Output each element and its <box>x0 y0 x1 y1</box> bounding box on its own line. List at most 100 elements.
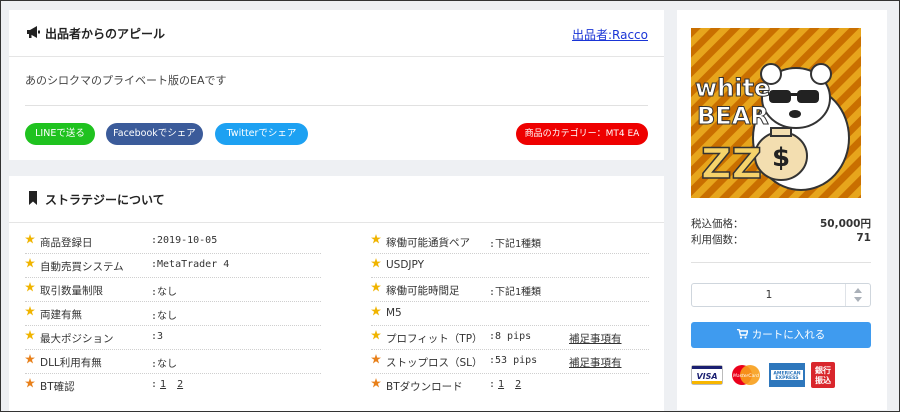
appeal-title: 出品者からのアピール <box>45 27 166 41</box>
star-icon <box>371 306 381 316</box>
bt-prefix: : <box>151 379 158 390</box>
mastercard-icon: MasterCard <box>730 362 762 388</box>
cart-button-label: カートに入れる <box>751 329 826 341</box>
spec-label: プロフィット（TP） <box>386 333 483 345</box>
page-frame: 出品者からのアピール 出品者:Racco あのシロクマのプライベート版のEAです… <box>0 0 900 412</box>
star-icon <box>25 306 35 316</box>
spec-value: :MetaTrader 4 <box>151 259 230 270</box>
category-badge[interactable]: 商品のカテゴリー：MT4 EA <box>516 123 648 145</box>
logo-white-text: white <box>695 74 770 102</box>
star-icon <box>25 354 35 364</box>
users-value: 71 <box>856 232 871 244</box>
bt-download-link-2[interactable]: 2 <box>515 379 521 390</box>
product-card: $ white BEAR ZZ 税込価格： 50,000円 利用個数： 71 1 <box>677 10 887 410</box>
spec-label: BT確認 <box>40 381 75 393</box>
users-label: 利用個数： <box>691 234 744 246</box>
spec-list-right: 稼働可能通貨ペア :下記1種類 USDJPY 稼働可能時間足 :下記1種類 M5… <box>371 230 649 397</box>
product-image[interactable]: $ white BEAR ZZ <box>691 28 861 198</box>
spec-row: ストップロス（SL） :53 pips 補足事項有 <box>371 350 649 374</box>
spec-label: M5 <box>386 307 402 319</box>
bookmark-icon <box>29 191 37 205</box>
increment-icon[interactable] <box>854 288 862 293</box>
spec-label: 稼働可能時間足 <box>386 285 460 297</box>
spec-label: 両建有無 <box>40 309 82 321</box>
spec-row-bt-confirm: BT確認 :12 <box>25 374 321 397</box>
star-icon <box>25 258 35 268</box>
spec-value: :53 pips <box>489 355 538 366</box>
spec-label: 最大ポジション <box>40 333 114 345</box>
spec-label: 稼働可能通貨ペア <box>386 237 470 249</box>
bank-text-2: 振込 <box>815 375 831 385</box>
spec-row: 稼働可能時間足 :下記1種類 <box>371 278 649 302</box>
spec-label: USDJPY <box>386 259 425 271</box>
spec-row: 両建有無 :なし <box>25 302 321 326</box>
divider <box>691 262 871 263</box>
star-icon <box>25 282 35 292</box>
strategy-header: ストラテジーについて <box>9 176 664 223</box>
tp-note-link[interactable]: 補足事項有 <box>569 331 622 346</box>
bt-prefix: : <box>489 379 496 390</box>
bt-download-link-1[interactable]: 1 <box>498 379 504 390</box>
users-row: 利用個数： 71 <box>691 232 871 247</box>
decrement-icon[interactable] <box>854 297 862 302</box>
add-to-cart-button[interactable]: カートに入れる <box>691 322 871 348</box>
strategy-title: ストラテジーについて <box>45 193 165 207</box>
bt-confirm-link-1[interactable]: 1 <box>160 379 166 390</box>
seller-appeal-card: 出品者からのアピール 出品者:Racco あのシロクマのプライベート版のEAです… <box>9 10 664 160</box>
bank-text-1: 銀行 <box>814 365 831 375</box>
star-icon <box>25 378 35 388</box>
star-icon <box>371 234 381 244</box>
quantity-input[interactable]: 1 <box>692 284 846 306</box>
spec-label: 取引数量制限 <box>40 285 103 297</box>
spec-value: :下記1種類 <box>489 287 542 298</box>
spec-value: :なし <box>151 359 178 370</box>
spec-value: :2019-10-05 <box>151 235 218 246</box>
bt-confirm-link-2[interactable]: 2 <box>177 379 183 390</box>
star-icon <box>371 282 381 292</box>
spec-row: 自動売買システム :MetaTrader 4 <box>25 254 321 278</box>
twitter-share-button[interactable]: Twitterでシェア <box>215 123 308 145</box>
bag-dollar: $ <box>772 143 790 173</box>
divider <box>25 105 648 106</box>
white-bear-logo: $ white BEAR ZZ <box>691 28 861 198</box>
quantity-stepper[interactable]: 1 <box>691 283 871 307</box>
amex-text-2: EXPRESS <box>775 375 798 381</box>
strategy-card: ストラテジーについて 商品登録日 :2019-10-05 自動売買システム :M… <box>9 176 664 411</box>
bank-transfer-icon: 銀行 振込 <box>811 362 835 388</box>
amex-icon: AMERICAN EXPRESS <box>769 362 805 388</box>
spec-value: :なし <box>151 311 178 322</box>
spec-label: ストップロス（SL） <box>386 357 483 369</box>
appeal-description: あのシロクマのプライベート版のEAです <box>25 74 227 87</box>
spec-row: 商品登録日 :2019-10-05 <box>25 230 321 254</box>
spec-row: プロフィット（TP） :8 pips 補足事項有 <box>371 326 649 350</box>
logo-bear-text: BEAR <box>697 102 769 130</box>
spec-row: M5 <box>371 302 649 326</box>
facebook-share-button[interactable]: Facebookでシェア <box>106 123 203 145</box>
cart-icon <box>736 328 749 339</box>
spec-label: 自動売買システム <box>40 261 124 273</box>
spec-value: :8 pips <box>489 331 532 342</box>
star-icon <box>371 378 381 388</box>
spec-row: DLL利用有無 :なし <box>25 350 321 374</box>
appeal-header: 出品者からのアピール 出品者:Racco <box>9 10 664 57</box>
price-label: 税込価格： <box>691 218 744 230</box>
star-icon <box>371 354 381 364</box>
spec-row: 最大ポジション :3 <box>25 326 321 350</box>
star-icon <box>25 330 35 340</box>
spec-list-left: 商品登録日 :2019-10-05 自動売買システム :MetaTrader 4… <box>25 230 321 397</box>
spec-label: DLL利用有無 <box>40 357 102 369</box>
line-share-button[interactable]: LINEで送る <box>25 123 95 145</box>
spec-row: 稼働可能通貨ペア :下記1種類 <box>371 230 649 254</box>
seller-link[interactable]: 出品者:Racco <box>572 26 648 43</box>
logo-zz-text: ZZ <box>701 139 762 188</box>
price-row: 税込価格： 50,000円 <box>691 216 871 231</box>
star-icon <box>25 234 35 244</box>
spec-value: :なし <box>151 287 178 298</box>
spec-value: :3 <box>151 331 164 342</box>
visa-icon: VISA <box>691 362 723 388</box>
quantity-spinner[interactable] <box>845 284 870 306</box>
spec-value: :下記1種類 <box>489 239 542 250</box>
sl-note-link[interactable]: 補足事項有 <box>569 355 622 370</box>
star-icon <box>371 258 381 268</box>
spec-row: 取引数量制限 :なし <box>25 278 321 302</box>
